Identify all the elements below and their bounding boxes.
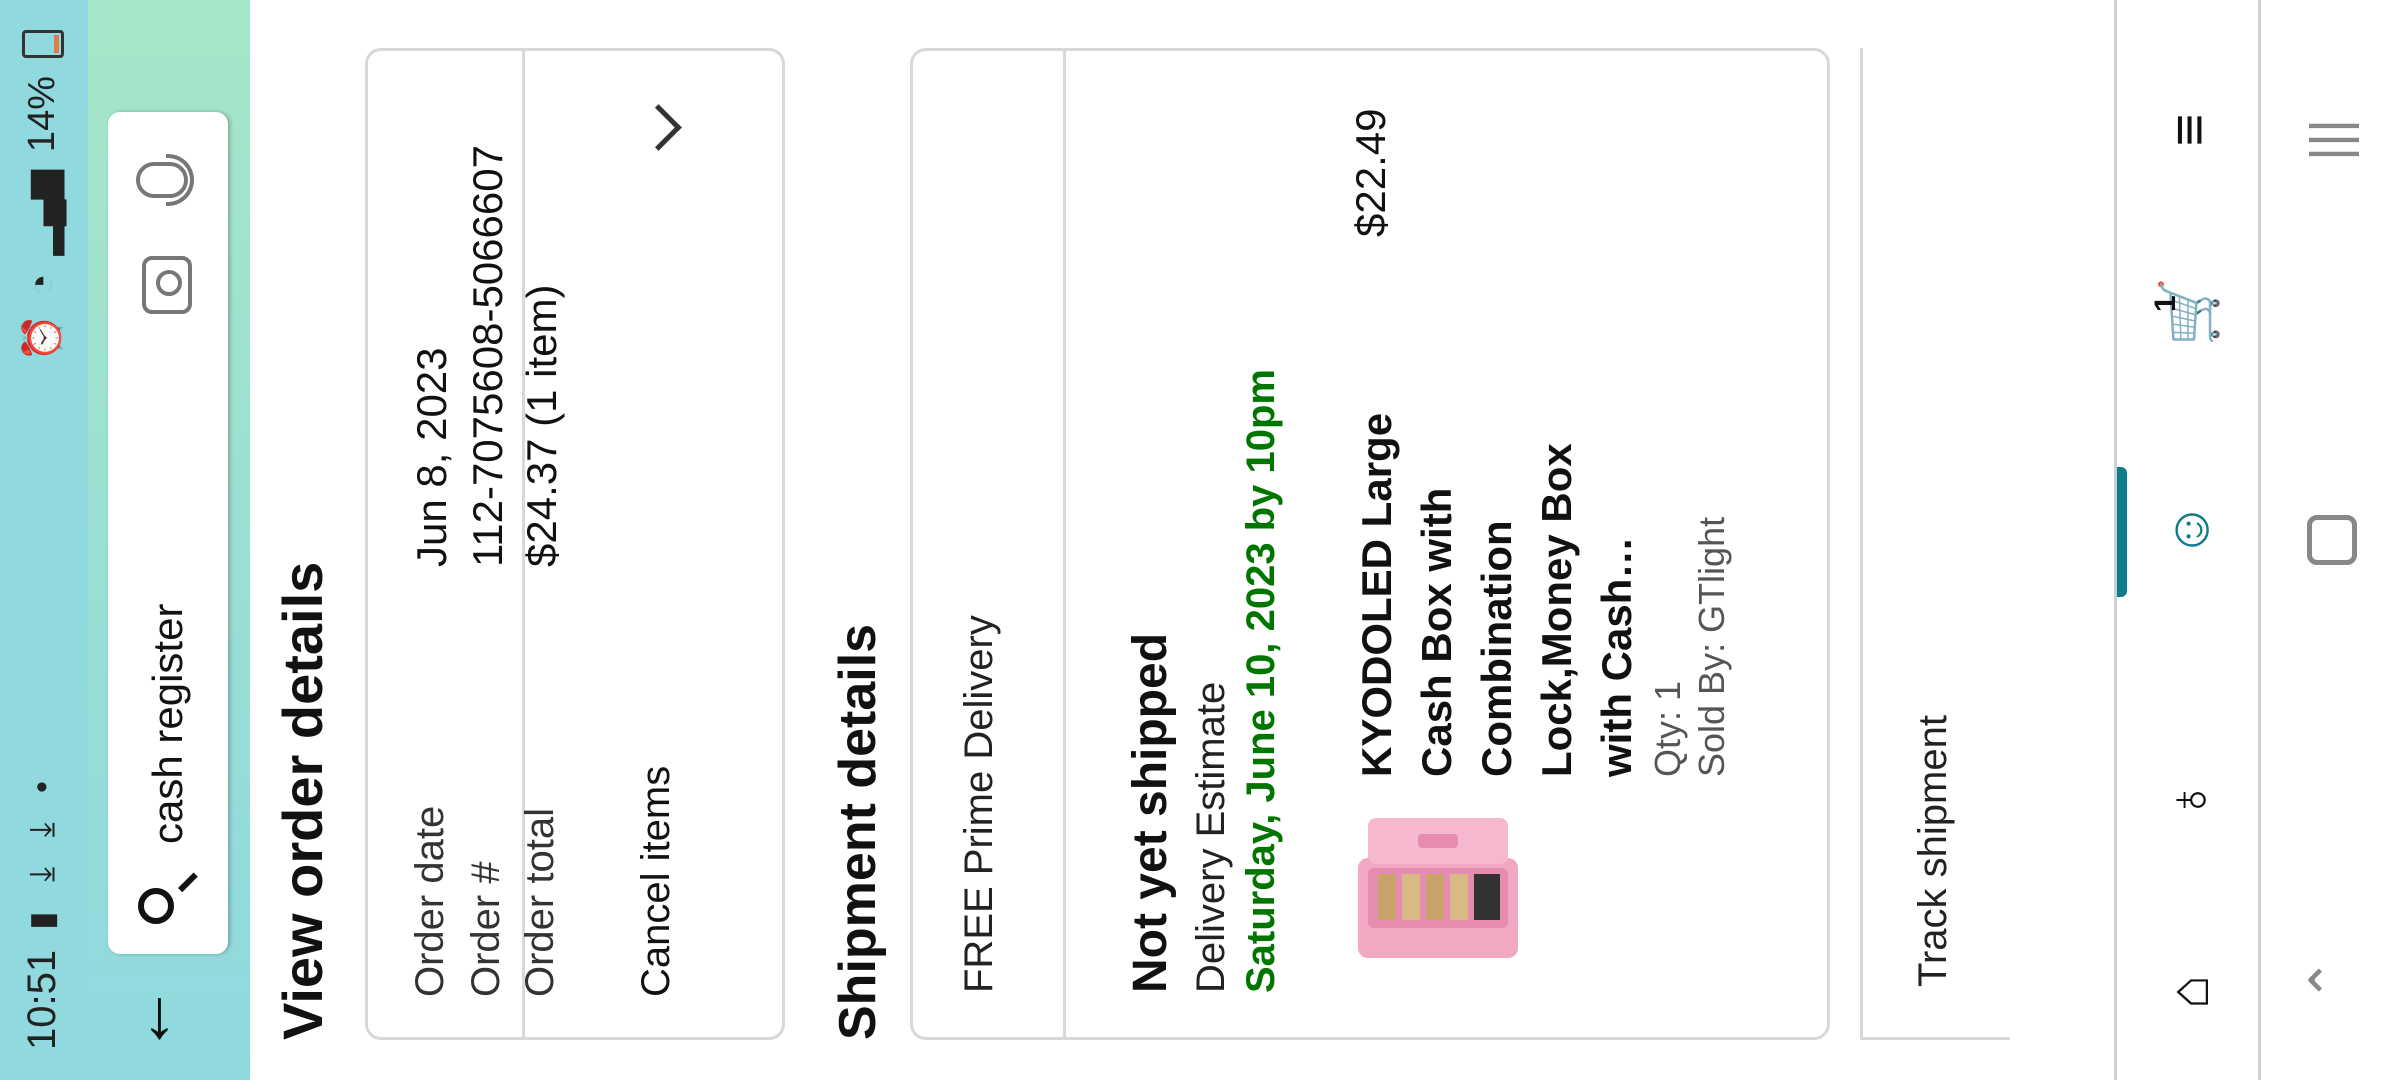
- order-number-label: Order #: [464, 861, 508, 997]
- delivery-estimate-label: Delivery Estimate: [1189, 681, 1233, 993]
- status-right: ⏰ ◔ ▂▄▆ 14%: [20, 30, 65, 362]
- lightbulb-icon[interactable]: ♁: [2147, 750, 2231, 850]
- screen: 10:51 ▮ ⤓ ⤓ • ⏰ ◔ ▂▄▆ 14% ← cash registe…: [0, 0, 2400, 1080]
- divider: [1063, 51, 1066, 1037]
- status-bar: 10:51 ▮ ⤓ ⤓ • ⏰ ◔ ▂▄▆ 14%: [0, 0, 88, 1080]
- microphone-icon[interactable]: [136, 162, 188, 198]
- order-summary-card: Order date Jun 8, 2023 Order # 112-70756…: [365, 48, 785, 1040]
- product-price: $22.49: [1347, 108, 1394, 237]
- camera-scan-icon[interactable]: [142, 256, 192, 314]
- track-shipment-button[interactable]: Track shipment: [1860, 48, 2010, 1040]
- order-date-label: Order date: [408, 805, 452, 997]
- chevron-down-icon: [635, 104, 682, 151]
- signal-icon: ▂▄▆: [22, 170, 64, 256]
- chevron-up-icon[interactable]: ⌃: [2295, 940, 2365, 1020]
- cart-icon[interactable]: 🛒 1: [2147, 262, 2231, 362]
- wifi-icon: ◔: [21, 273, 63, 297]
- shipment-details-title: Shipment details: [829, 623, 887, 1040]
- search-input[interactable]: cash register: [108, 112, 228, 954]
- home-button[interactable]: [2295, 500, 2365, 580]
- cancel-items-label: Cancel items: [634, 765, 678, 997]
- delivery-type: FREE Prime Delivery: [957, 615, 1001, 993]
- search-icon[interactable]: [138, 888, 174, 924]
- product-image[interactable]: [1343, 793, 1533, 993]
- cart-count: 1: [2149, 295, 2182, 312]
- shipment-status: Not yet shipped: [1124, 632, 1177, 993]
- sold-by: Sold By: GTlight: [1691, 516, 1732, 777]
- battery-icon: [21, 30, 64, 58]
- order-date-value: Jun 8, 2023: [408, 347, 455, 567]
- order-number-value: 112-7075608-5066607: [464, 145, 511, 567]
- delivery-estimate-date: Saturday, June 10, 2023 by 10pm: [1239, 368, 1283, 993]
- shipment-card: FREE Prime Delivery Not yet shipped Deli…: [910, 48, 1830, 1040]
- home-square-icon: [2307, 515, 2357, 565]
- search-header: ← cash register: [88, 0, 250, 1080]
- system-nav-bar: ⌃ |||: [2258, 0, 2400, 1080]
- bottom-nav: ⌂ ♁ ☺ 🛒 1 ≡: [2114, 0, 2261, 1080]
- page-title: View order details: [271, 561, 334, 1040]
- recents-icon[interactable]: |||: [2295, 100, 2365, 180]
- alarm-icon: ⏰: [21, 314, 64, 362]
- active-tab-indicator: [2117, 467, 2127, 597]
- order-total-value: $24.37 (1 item): [518, 284, 565, 567]
- product-quantity: Qty: 1: [1647, 680, 1688, 777]
- home-icon[interactable]: ⌂: [2147, 942, 2231, 1042]
- track-shipment-label: Track shipment: [1911, 715, 1955, 987]
- status-time: 10:51: [20, 949, 64, 1050]
- notification-icons: ▮ ⤓ ⤓ •: [23, 770, 61, 930]
- battery-percent: 14%: [21, 76, 63, 153]
- product-name[interactable]: KYODOLED Large Cash Box with Combination…: [1347, 357, 1647, 777]
- cancel-items-button[interactable]: Cancel items: [588, 51, 782, 1037]
- back-arrow-icon[interactable]: ←: [108, 984, 186, 1054]
- search-query[interactable]: cash register: [144, 604, 192, 844]
- account-icon[interactable]: ☺: [2147, 480, 2231, 580]
- menu-icon[interactable]: ≡: [2147, 80, 2231, 180]
- order-total-label: Order total: [518, 808, 562, 997]
